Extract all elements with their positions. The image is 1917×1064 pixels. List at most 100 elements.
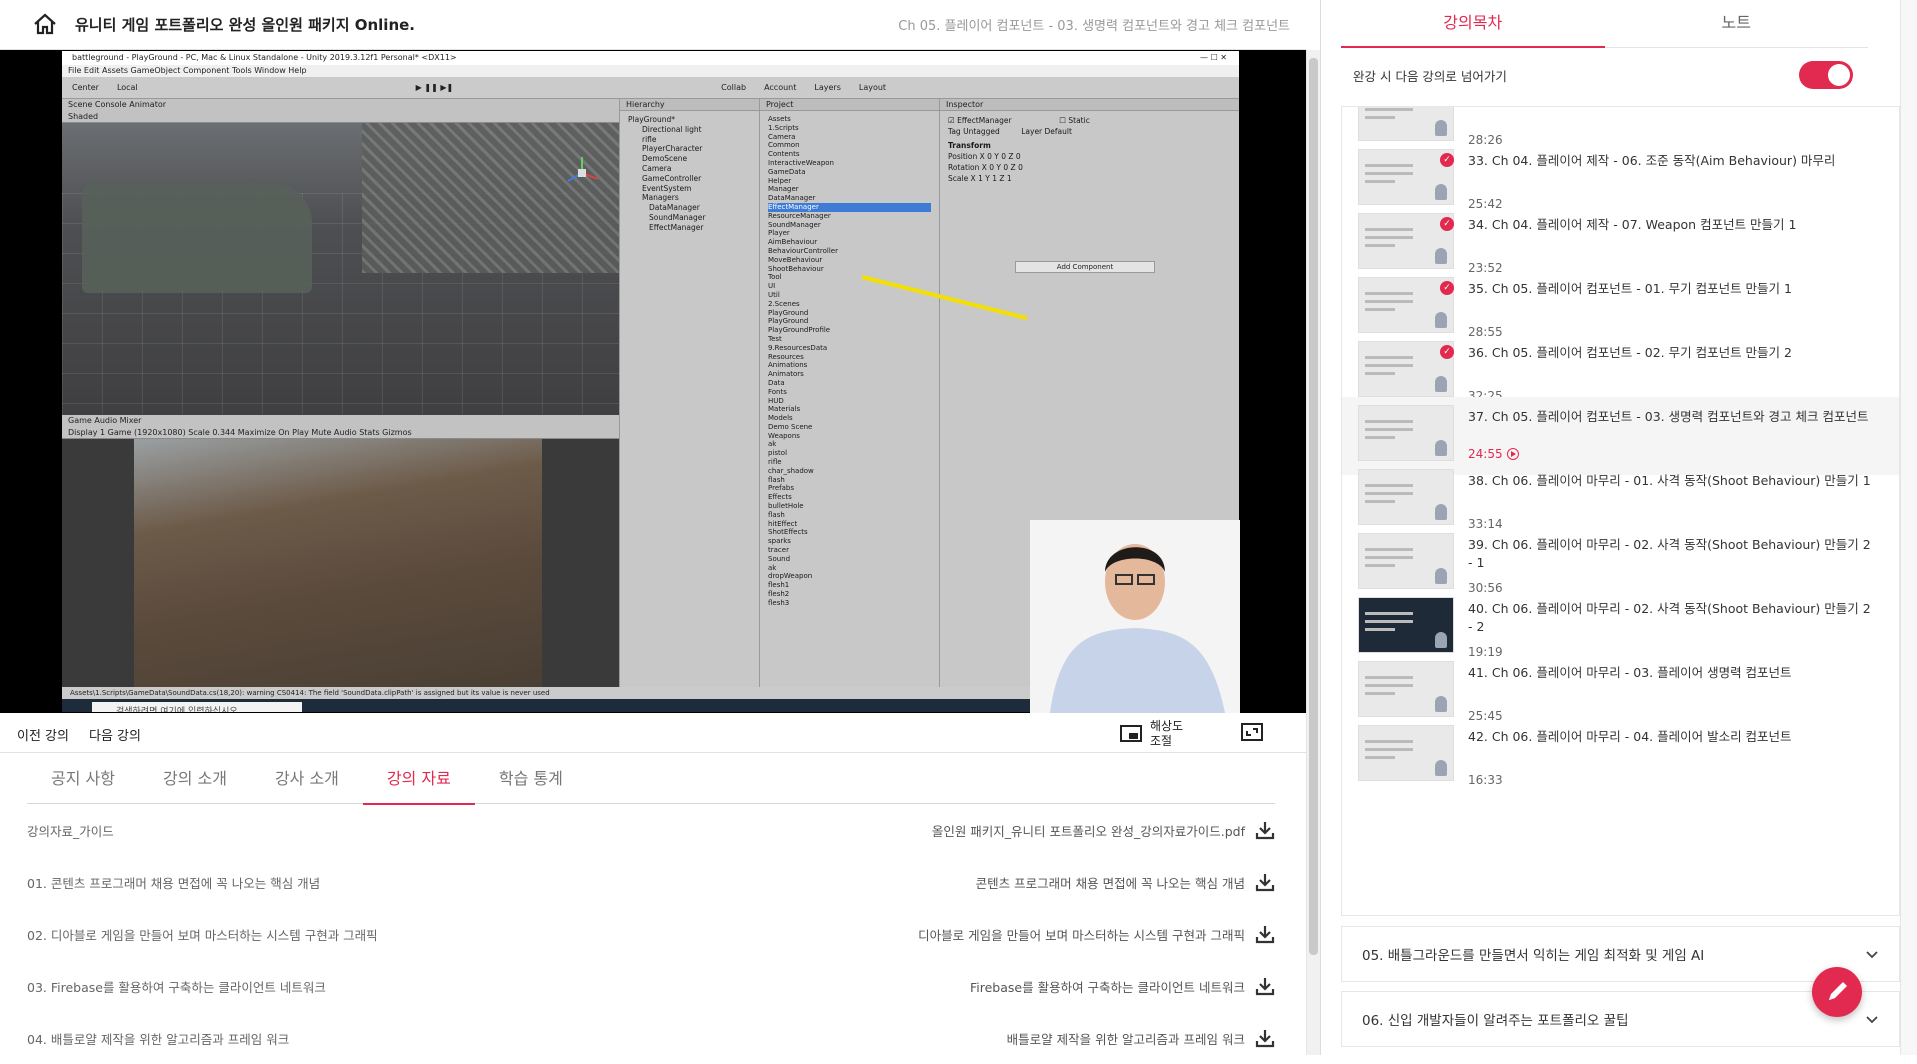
project-item: Camera [768, 132, 796, 141]
material-download[interactable]: 디아블로 게임을 만들어 보며 마스터하는 시스템 구현과 그래픽 [918, 924, 1275, 944]
material-name: 01. 콘텐츠 프로그래머 채용 면접에 꼭 나오는 핵심 개념 [27, 875, 321, 891]
tab-notes[interactable]: 노트 [1605, 0, 1869, 47]
project-item: ak [768, 563, 777, 572]
sidebar-tabs: 강의목차 노트 [1341, 0, 1868, 48]
project-item: Helper [768, 176, 792, 185]
material-file[interactable]: Firebase를 활용하여 구축하는 클라이언트 네트워크 [970, 977, 1245, 996]
tab-materials[interactable]: 강의 자료 [362, 753, 475, 805]
material-file[interactable]: 올인원 패키지_유니티 포트폴리오 완성_강의자료가이드.pdf [932, 821, 1245, 840]
inspector-tag: Tag Untagged [948, 127, 1000, 136]
inspector-object-name: EffectManager [957, 116, 1012, 125]
thumbnail-text-line [1365, 116, 1395, 119]
lecture-title: 34. Ch 04. 플레이어 제작 - 07. Weapon 컴포넌트 만들기… [1468, 217, 1797, 232]
download-icon[interactable] [1255, 872, 1275, 892]
project-item: 1.Scripts [768, 123, 799, 132]
project-tree: Assets 1.Scripts Camera Common Contents Inter… [760, 111, 939, 612]
lecture-title: 41. Ch 06. 플레이어 마무리 - 03. 플레이어 생명력 컴포넌트 [1468, 665, 1792, 680]
material-row: 04. 배틀로얄 제작을 위한 알고리즘과 프레임 워크 배틀로얄 제작을 위한… [27, 1012, 1275, 1064]
lecture-item[interactable]: 42. Ch 06. 플레이어 마무리 - 04. 플레이어 발소리 컴포넌트 1… [1342, 717, 1899, 795]
thumbnail-instructor [1435, 248, 1447, 264]
project-item: ShotEffects [768, 528, 808, 537]
taskbar-search: 검색하려면 여기에 입력하십시오. [92, 702, 302, 712]
tab-stats[interactable]: 학습 통계 [475, 753, 587, 804]
prev-lecture-button[interactable]: 이전 강의 [17, 725, 69, 744]
tab-notice[interactable]: 공지 사항 [27, 753, 139, 804]
scene-view [62, 123, 619, 415]
autoplay-toggle[interactable] [1799, 61, 1853, 89]
next-lecture-button[interactable]: 다음 강의 [89, 725, 141, 744]
lecture-title: 38. Ch 06. 플레이어 마무리 - 01. 사격 동작(Shoot Be… [1468, 473, 1871, 488]
material-file[interactable]: 콘텐츠 프로그래머 채용 면접에 꼭 나오는 핵심 개념 [976, 873, 1245, 892]
material-row: 02. 디아블로 게임을 만들어 보며 마스터하는 시스템 구현과 그래픽 디아… [27, 908, 1275, 960]
material-row: 03. Firebase를 활용하여 구축하는 클라이언트 네트워크 Fireb… [27, 960, 1275, 1012]
material-download[interactable]: 올인원 패키지_유니티 포트폴리오 완성_강의자료가이드.pdf [932, 820, 1275, 840]
material-download[interactable]: Firebase를 활용하여 구축하는 클라이언트 네트워크 [970, 976, 1275, 996]
unity-menu: File Edit Assets GameObject Component To… [62, 65, 1239, 77]
project-item: pistol [768, 449, 788, 458]
project-item: Prefabs [768, 484, 794, 493]
hierarchy-title: Hierarchy [620, 99, 759, 111]
project-item: Weapons [768, 431, 800, 440]
project-item: InteractiveWeapon [768, 158, 834, 167]
material-file[interactable]: 배틀로얄 제작을 위한 알고리즘과 프레임 워크 [1007, 1029, 1245, 1048]
course-title: 유니티 게임 포트폴리오 완성 올인원 패키지 Online. [75, 16, 415, 34]
thumbnail-text-line [1365, 684, 1413, 687]
project-item: Demo Scene [768, 422, 813, 431]
hierarchy-item: Directional light [642, 124, 702, 134]
thumbnail-instructor [1435, 184, 1447, 200]
autoplay-row: 완강 시 다음 강의로 넘어가기 [1353, 60, 1853, 90]
thumbnail-text-line [1365, 628, 1395, 631]
download-icon[interactable] [1255, 976, 1275, 996]
scene-truck [82, 183, 312, 293]
completed-check-icon: ✓ [1440, 281, 1454, 295]
material-download[interactable]: 콘텐츠 프로그래머 채용 면접에 꼭 나오는 핵심 개념 [976, 872, 1275, 892]
main-scroll-thumb[interactable] [1309, 58, 1318, 955]
thumbnail-text-line [1365, 364, 1413, 367]
fullscreen-icon[interactable] [1241, 721, 1263, 743]
thumbnail-text-line [1365, 180, 1395, 183]
thumbnail-text-line [1365, 548, 1413, 551]
write-note-button[interactable] [1812, 967, 1862, 1017]
lecture-title: 42. Ch 06. 플레이어 마무리 - 04. 플레이어 발소리 컴포넌트 [1468, 729, 1792, 744]
project-item: GameData [768, 167, 806, 176]
thumbnail-text-line [1365, 108, 1413, 111]
project-item: ak [768, 440, 777, 449]
main-scrollbar[interactable] [1306, 50, 1320, 1055]
curriculum-sidebar: 강의목차 노트 완강 시 다음 강의로 넘어가기 28:26 ✓ 33. Ch 04… [1321, 0, 1917, 1055]
material-name: 04. 배틀로얄 제작을 위한 알고리즘과 프레임 워크 [27, 1031, 290, 1047]
inspector-layer: Layer Default [1021, 127, 1072, 136]
download-icon[interactable] [1255, 924, 1275, 944]
material-download[interactable]: 배틀로얄 제작을 위한 알고리즘과 프레임 워크 [1007, 1028, 1275, 1048]
download-icon[interactable] [1255, 820, 1275, 840]
thumbnail-text-line [1365, 356, 1413, 359]
project-item: PlayGroundProfile [768, 326, 831, 335]
project-item: DataManager [768, 194, 816, 203]
tab-course-intro[interactable]: 강의 소개 [139, 753, 251, 804]
inspector-tag-layer: Tag Untagged Layer Default [948, 126, 1231, 137]
thumbnail-instructor [1435, 568, 1447, 584]
thumbnail-text-line [1365, 228, 1413, 231]
sidebar-scrollbar[interactable] [1900, 0, 1917, 1055]
project-item: Animations [768, 361, 808, 370]
resolution-button[interactable]: 해상도 조절 [1120, 719, 1200, 749]
thumbnail-text-line [1365, 300, 1413, 303]
project-item: tracer [768, 546, 789, 555]
home-icon[interactable] [32, 12, 58, 36]
autoplay-label: 완강 시 다음 강의로 넘어가기 [1353, 68, 1507, 84]
thumbnail-text-line [1365, 292, 1413, 295]
download-icon[interactable] [1255, 1028, 1275, 1048]
hierarchy-item: Camera [642, 163, 672, 173]
game-panel: Game Audio Mixer Display 1 Game (1920x10… [62, 415, 619, 687]
material-file[interactable]: 디아블로 게임을 만들어 보며 마스터하는 시스템 구현과 그래픽 [918, 925, 1245, 944]
project-title: Project [760, 99, 939, 111]
thumbnail-text-line [1365, 556, 1413, 559]
lecture-duration: 24:55 [1468, 447, 1503, 461]
completed-check-icon: ✓ [1440, 345, 1454, 359]
lecture-thumbnail [1358, 533, 1454, 589]
thumbnail-text-line [1365, 692, 1395, 695]
tab-toc[interactable]: 강의목차 [1341, 0, 1605, 48]
video-player[interactable]: battleground - PlayGround - PC, Mac & Li… [0, 50, 1306, 713]
tab-instructor-intro[interactable]: 강사 소개 [251, 753, 363, 804]
project-item: flash [768, 475, 785, 484]
tool-center: Center [72, 83, 99, 92]
